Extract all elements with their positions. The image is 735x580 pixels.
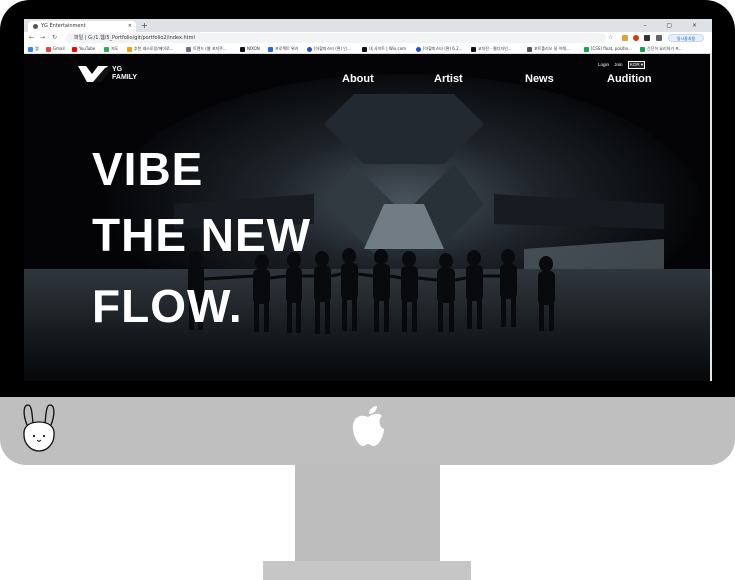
new-tab-button[interactable]: + — [141, 20, 148, 31]
back-arrow-icon[interactable]: ← — [29, 32, 34, 44]
join-link[interactable]: Join — [614, 62, 622, 67]
extension-icon[interactable] — [622, 35, 628, 41]
bookmark-item[interactable]: YouTube — [72, 44, 95, 54]
forward-arrow-icon[interactable]: → — [40, 32, 45, 44]
hero-headline-line-1: VIBE — [92, 143, 204, 195]
browser-tab-bar: YG Entertainment × + – ▢ × — [24, 19, 712, 32]
monitor-stand-neck — [295, 465, 440, 561]
hero-headline-line-2: THE NEW — [92, 209, 312, 261]
header-utilities: Login Join KOR ▾ — [598, 61, 649, 69]
nav-about[interactable]: About — [342, 73, 374, 85]
bookmark-item[interactable]: [아할피스타 (편) 인... — [307, 44, 351, 54]
hero-headline-line-3: FLOW. — [92, 280, 243, 332]
bookmark-item[interactable]: [CSS] float, positio... — [584, 44, 632, 54]
reload-icon[interactable]: ↻ — [52, 32, 57, 44]
bookmark-item[interactable]: 추천 레스토랑/메이로... — [127, 44, 174, 54]
extension-icon[interactable] — [633, 35, 639, 41]
bookmark-item[interactable]: [아할피스타 (편) 6.2... — [416, 44, 462, 54]
bookmark-item[interactable]: 내 사이트 | Wix.com — [362, 44, 406, 54]
bookmark-star-icon[interactable]: ☆ — [608, 32, 613, 44]
bookmark-item[interactable]: 프로젝트 위키 — [268, 44, 298, 54]
monitor-stand-base — [263, 561, 471, 580]
window-controls[interactable]: – ▢ × — [643, 19, 706, 32]
bookmark-item[interactable]: 지도 — [104, 44, 118, 54]
bookmark-item[interactable]: 간단히 요리하기 프... — [640, 44, 683, 54]
bookmark-item[interactable]: 앱 — [28, 44, 39, 54]
browser-tab[interactable]: YG Entertainment × — [28, 21, 136, 32]
tab-close-button[interactable]: × — [128, 21, 132, 32]
address-bar[interactable]: 파일 | G:/1.웹/5_Portfolio/git/portfolio2/i… — [66, 33, 606, 43]
profile-sync-button[interactable]: 일시중지됨 — [668, 34, 704, 42]
tab-title: YG Entertainment — [41, 23, 86, 29]
bookmark-item[interactable]: Gmail — [46, 44, 65, 54]
site-logo-text[interactable]: YG FAMILY — [112, 66, 137, 81]
logo-line-1: YG — [112, 66, 123, 73]
monitor-screen: YG Entertainment × + – ▢ × ← → ↻ 파일 | G:… — [24, 19, 712, 381]
bookmark-item[interactable]: 포트폴리오 잘 이해... — [527, 44, 570, 54]
bookmarks-bar: 앱 Gmail YouTube 지도 추천 레스토랑/메이로... 트렌드 (웹… — [24, 44, 712, 54]
tab-favicon-icon — [33, 24, 38, 29]
language-select[interactable]: KOR ▾ — [627, 61, 646, 69]
bunny-sticker-icon — [23, 404, 55, 452]
puzzle-icon[interactable] — [656, 35, 662, 41]
apple-logo-icon — [352, 406, 384, 446]
nav-news[interactable]: News — [525, 73, 554, 85]
web-page: YG FAMILY Login Join KOR ▾ About Artist … — [24, 54, 710, 381]
bookmark-item[interactable]: 코자전 - 웹디자인... — [471, 44, 512, 54]
login-link[interactable]: Login — [598, 62, 609, 67]
nav-audition[interactable]: Audition — [607, 73, 652, 85]
bookmark-item[interactable]: 트렌드 (웹 포지쿠... — [186, 44, 227, 54]
audio-icon[interactable] — [644, 35, 650, 41]
logo-line-2: FAMILY — [112, 73, 138, 81]
browser-toolbar: ← → ↻ 파일 | G:/1.웹/5_Portfolio/git/portfo… — [24, 32, 712, 44]
bookmark-item[interactable]: NIXON — [240, 44, 260, 54]
page-scrollbar[interactable] — [710, 54, 712, 381]
nav-artist[interactable]: Artist — [434, 73, 463, 85]
